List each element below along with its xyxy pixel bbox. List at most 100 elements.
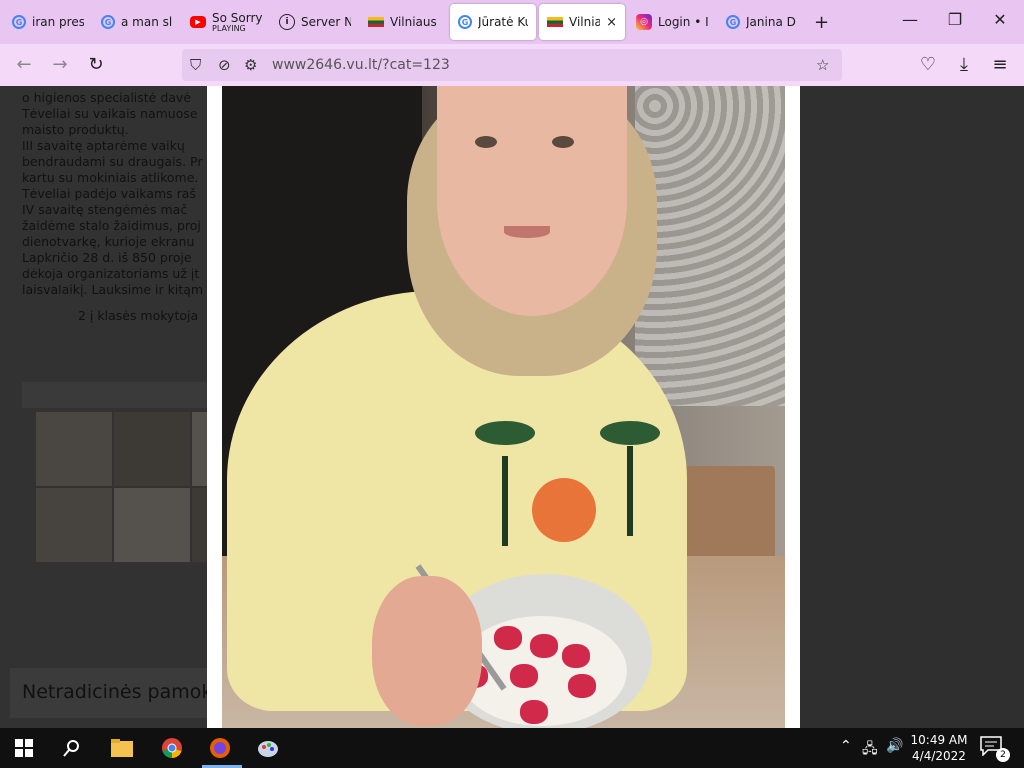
file-explorer-icon[interactable] (110, 736, 134, 760)
site-settings-icon[interactable]: ⚙ (244, 56, 257, 74)
gallery-header-bar (22, 382, 212, 408)
tab-a-man[interactable]: G a man sl (93, 4, 181, 40)
gallery-thumbnail[interactable] (114, 488, 190, 562)
hand-shape (372, 576, 482, 726)
firefox-icon[interactable] (208, 736, 232, 760)
gallery-thumbnail[interactable] (36, 488, 112, 562)
article-line: žaidėme stalo žaidimus, proj (22, 218, 201, 233)
raspberry (568, 674, 596, 698)
palm-trunk (627, 446, 633, 536)
article-line: dienotvarkę, kurioje ekranu (22, 234, 195, 249)
article-line: laisvalaikį. Lauksime ir kitąm (22, 282, 204, 297)
shield-icon[interactable]: ⛉ (190, 56, 201, 74)
bookmark-star-icon[interactable]: ☆ (816, 56, 829, 74)
lithuanian-flag-icon (547, 17, 563, 27)
system-clock[interactable]: 10:49 AM 4/4/2022 (904, 732, 974, 764)
close-tab-icon[interactable]: × (606, 15, 617, 30)
youtube-icon: ▶ (190, 16, 206, 28)
google-icon: G (458, 15, 472, 29)
chrome-icon[interactable] (160, 736, 184, 760)
photo-gallery (36, 412, 212, 562)
reload-button[interactable]: ↻ (84, 54, 108, 75)
tab-server[interactable]: i Server N (271, 4, 359, 40)
lithuanian-flag-icon (368, 17, 384, 27)
tab-jurate[interactable]: G Jūratė Ku (450, 4, 536, 40)
windows-start-icon[interactable] (12, 736, 36, 760)
tab-label: Jūratė Ku (478, 15, 528, 29)
taskbar: ⌃ 🖧 🔊 10:49 AM 4/4/2022 2 (0, 728, 1024, 768)
raspberry (520, 700, 548, 724)
tab-label: a man sl (121, 15, 173, 29)
article-line: bendraudami su draugais. Pr (22, 154, 203, 169)
raspberry (562, 644, 590, 668)
paint-icon[interactable] (256, 736, 280, 760)
instagram-icon: ◎ (636, 14, 652, 30)
page-content: o higienos specialistė davė Tėveliai su … (0, 86, 1024, 728)
gallery-thumbnail[interactable] (114, 412, 190, 486)
palm-frond (475, 421, 535, 445)
notification-count-badge: 2 (996, 748, 1010, 762)
tab-label: Server N (301, 15, 351, 29)
tab-vilniaus[interactable]: Vilniaus (360, 4, 448, 40)
lightbox[interactable] (207, 86, 800, 728)
raspberry (510, 664, 538, 688)
tab-label: So Sorry (212, 11, 262, 25)
volume-icon[interactable]: 🔊 (886, 738, 903, 754)
article-line: Tėveliai padėjo vaikams raš (22, 186, 196, 201)
eye-shape (552, 136, 574, 148)
network-icon[interactable]: 🖧 (862, 738, 878, 762)
permissions-icon[interactable]: ⊘ (218, 56, 231, 74)
google-icon: G (101, 15, 115, 29)
section-heading-text: Netradicinės pamok (22, 681, 213, 703)
curtain-shape (635, 86, 785, 406)
url-bar[interactable]: ⛉ ⊘ ⚙ www2646.vu.lt/?cat=123 ☆ (182, 49, 842, 81)
article-line: IV savaitę stengėmės mač (22, 202, 188, 217)
article-line: dėkoja organizatoriams už įt (22, 266, 200, 281)
clock-date: 4/4/2022 (912, 749, 966, 763)
close-window-button[interactable]: ✕ (988, 10, 1012, 29)
tab-label: iran pres (32, 15, 84, 29)
gallery-thumbnail[interactable] (36, 412, 112, 486)
tab-janina[interactable]: G Janina D (718, 4, 806, 40)
google-icon: G (726, 15, 740, 29)
lightbox-photo[interactable] (222, 86, 785, 728)
article-line: III savaitę aptarėme vaikų (22, 138, 185, 153)
minimize-button[interactable]: — (898, 10, 922, 29)
palm-frond (600, 421, 660, 445)
tab-vilniau-current[interactable]: Vilniau × (539, 4, 625, 40)
back-button[interactable]: ← (12, 54, 36, 75)
tab-label: Janina D (746, 15, 796, 29)
tab-strip: G iran pres G a man sl ▶ So Sorry PLAYIN… (0, 0, 1024, 44)
shirt-sun-graphic (532, 478, 596, 542)
article-line: Lapkričio 28 d. iš 850 proje (22, 250, 192, 265)
raspberry (494, 626, 522, 650)
info-icon: i (279, 14, 295, 30)
new-tab-button[interactable]: + (814, 12, 829, 33)
tab-label: Vilniau (569, 15, 601, 29)
url-text[interactable]: www2646.vu.lt/?cat=123 (272, 57, 450, 73)
tab-login[interactable]: ◎ Login • I (628, 4, 716, 40)
raspberry (530, 634, 558, 658)
tab-so-sorry[interactable]: ▶ So Sorry PLAYING (182, 4, 270, 40)
tab-label: Login • I (658, 15, 708, 29)
eye-shape (475, 136, 497, 148)
signature: 2 į klasės mokytoja (78, 308, 199, 323)
menu-icon[interactable]: ≡ (988, 54, 1012, 75)
search-icon[interactable] (60, 736, 84, 760)
clock-time: 10:49 AM (910, 733, 968, 747)
google-icon: G (12, 15, 26, 29)
mouth-shape (504, 226, 550, 238)
palm-trunk (502, 456, 508, 546)
article-line: kartu su mokiniais atlikome. (22, 170, 199, 185)
tab-iran-pres[interactable]: G iran pres (4, 4, 92, 40)
forward-button[interactable]: → (48, 54, 72, 75)
article-line: Tėveliai su vaikais namuose (22, 106, 198, 121)
section-heading: Netradicinės pamok (10, 668, 213, 718)
article-line: o higienos specialistė davė (22, 90, 192, 105)
tab-label: Vilniaus (390, 15, 437, 29)
downloads-icon[interactable]: ⤓ (952, 54, 976, 75)
chevron-up-icon[interactable]: ⌃ (840, 738, 852, 754)
restore-button[interactable]: ❐ (943, 10, 967, 29)
pocket-icon[interactable]: ♡ (916, 54, 940, 75)
notification-center-icon[interactable]: 2 (980, 736, 1010, 762)
